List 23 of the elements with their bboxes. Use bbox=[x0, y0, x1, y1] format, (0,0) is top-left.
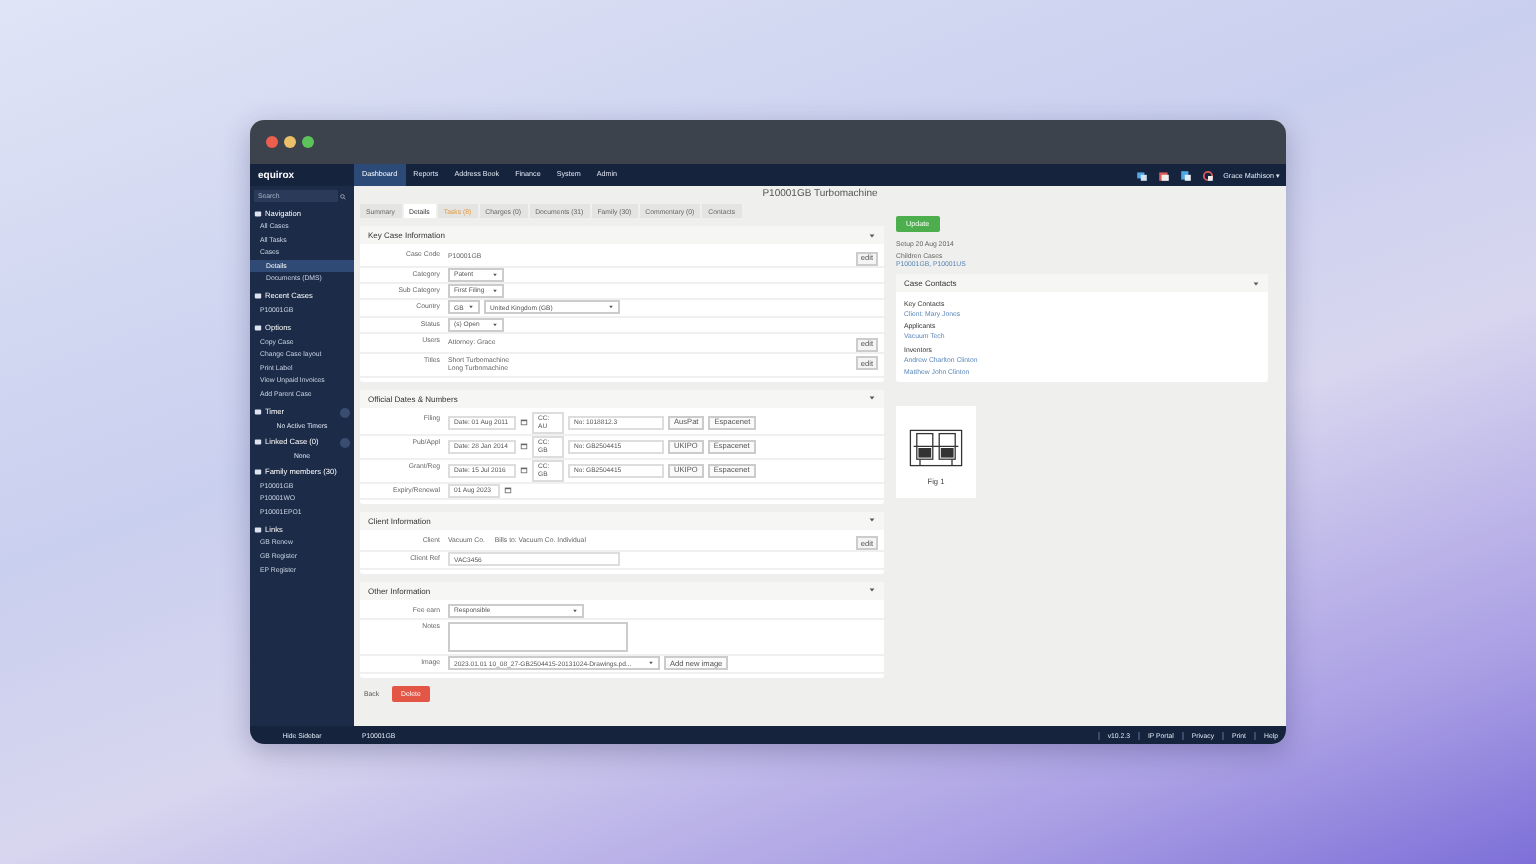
section-icon bbox=[254, 292, 262, 301]
section-icon bbox=[254, 468, 262, 477]
section-icon bbox=[254, 525, 262, 534]
section-icon bbox=[254, 408, 262, 417]
caret-icon bbox=[604, 304, 614, 311]
chat-icon[interactable] bbox=[1135, 169, 1148, 181]
document-icon[interactable] bbox=[1179, 169, 1192, 181]
chevron-down-icon[interactable] bbox=[1252, 279, 1260, 287]
search-icon bbox=[340, 193, 346, 199]
maximize-dot-icon[interactable] bbox=[302, 136, 314, 148]
chevron-down-icon[interactable] bbox=[868, 231, 876, 239]
notes-field[interactable] bbox=[448, 622, 628, 653]
caret-icon bbox=[488, 321, 498, 328]
caret-icon bbox=[464, 304, 474, 311]
section-icon bbox=[254, 209, 262, 217]
minimize-dot-icon[interactable] bbox=[284, 136, 296, 148]
close-dot-icon[interactable] bbox=[266, 136, 278, 148]
caret-icon bbox=[644, 660, 654, 667]
section-icon bbox=[254, 438, 262, 447]
section-icon bbox=[254, 324, 262, 333]
caret-icon bbox=[568, 607, 578, 614]
refresh-icon[interactable] bbox=[1201, 169, 1214, 181]
calendar-icon[interactable] bbox=[1157, 169, 1170, 181]
